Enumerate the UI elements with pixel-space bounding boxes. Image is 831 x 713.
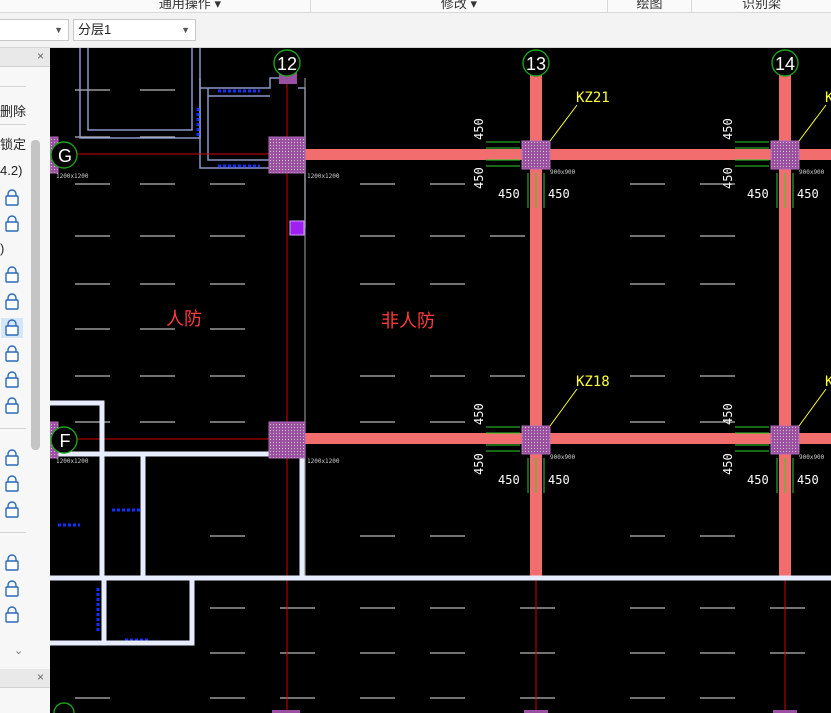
zone-label-civil-defense: 人防 [166,309,202,329]
ribbon-group-label: 通用操作 [158,0,211,11]
close-icon[interactable]: × [37,669,44,686]
dim-label: 450 [472,453,486,475]
size-note: 1200x1200 [307,173,340,180]
scroll-down-icon[interactable]: ⌄ [14,644,23,657]
axis-label-g: G [58,146,72,166]
zone-labels: 人防 非人防 [166,309,435,331]
dim-label: 450 [747,473,769,487]
list-item-paren[interactable]: ) [0,241,4,256]
lock-icon[interactable] [1,605,23,625]
divider [0,428,26,429]
size-note: 1200x1200 [56,173,89,180]
column-label-kz21: KZ21 [576,90,610,106]
chevron-down-icon: ▼ [54,25,63,35]
layer-select[interactable]: 分层1 ▼ [73,19,196,41]
dim-label: 450 [472,118,486,140]
dim-label: 450 [472,167,486,189]
drawing-canvas[interactable]: 450 450 450 450 450 450 450 450 450 450 … [50,48,831,713]
dim-label: 450 [721,118,735,140]
columns [50,68,800,713]
dim-label: 450 [548,473,570,487]
ribbon-group-recognize-beam[interactable]: 识别梁 [692,0,831,12]
lock-button[interactable]: 锁定 [0,134,26,153]
lock-icon[interactable] [1,265,23,285]
size-note: 1200x1200 [307,458,340,465]
close-icon[interactable]: × [37,48,44,65]
dim-label: 450 [721,453,735,475]
divider [0,86,26,87]
lock-icon[interactable] [1,344,23,364]
size-note: 900x900 [550,169,576,176]
lock-icon[interactable] [1,188,23,208]
lock-icon[interactable] [1,500,23,520]
floor-toolbar: ▼ 分层1 ▼ [0,13,831,48]
size-note: 900x900 [799,454,825,461]
column-label-cut: K [825,374,831,390]
lock-icon[interactable] [1,553,23,573]
lock-icon[interactable] [1,318,23,338]
panel-header-2: × [0,669,50,688]
lock-icon[interactable] [1,214,23,234]
dim-label: 450 [797,473,819,487]
lock-icon[interactable] [1,474,23,494]
dim-label: 450 [721,403,735,425]
dim-label: 450 [498,187,520,201]
axis-label-14: 14 [775,54,795,74]
chevron-down-icon: ▼ [181,25,190,35]
ribbon-group-draw[interactable]: 绘图 [608,0,692,12]
column-label-kz18: KZ18 [576,374,610,390]
slab-hatch [75,89,805,699]
column-label-cut: K [825,90,831,106]
delete-button[interactable]: 删除 [0,101,26,120]
layer-select-value: 分层1 [78,22,112,37]
dim-label: 450 [797,187,819,201]
size-note: 900x900 [550,454,576,461]
axis-label-f: F [60,431,71,451]
ribbon-group-label: 修改 [440,0,467,11]
axis-labels: 12 13 14 G F [58,54,795,451]
ribbon-bar: 通用操作 ▾ 修改 ▾ 绘图 识别梁 [0,0,831,13]
lock-icon[interactable] [1,370,23,390]
panel-header: × [0,48,50,67]
cad-drawing: 450 450 450 450 450 450 450 450 450 450 … [50,48,831,713]
panel-scrollbar[interactable] [31,140,40,450]
ribbon-group-modify[interactable]: 修改 ▾ [311,0,608,12]
dim-label: 450 [747,187,769,201]
dim-label: 450 [472,403,486,425]
size-note: 900x900 [799,169,825,176]
component-list-panel: × 删除 锁定 4.2) ) ⌄ × [0,48,51,713]
axis-lines [50,78,831,713]
column-labels: KZ21 KZ18 K K [576,90,831,390]
divider [0,124,26,125]
lock-icon[interactable] [1,579,23,599]
ribbon-group-label: 识别梁 [741,0,781,11]
size-note: 1200x1200 [56,458,89,465]
dim-label: 450 [721,167,735,189]
dim-label: 450 [498,473,520,487]
lock-icon[interactable] [1,396,23,416]
ribbon-group-label: 绘图 [636,0,663,11]
divider [0,532,26,533]
axis-label-12: 12 [277,54,297,74]
zone-label-non-civil-defense: 非人防 [381,311,435,331]
lock-icon[interactable] [1,448,23,468]
dim-label: 450 [548,187,570,201]
lock-icon[interactable] [1,292,23,312]
axis-label-13: 13 [526,54,546,74]
list-item-version[interactable]: 4.2) [0,163,22,178]
ribbon-group-common[interactable]: 通用操作 ▾ [70,0,311,12]
floor-select[interactable]: ▼ [0,19,69,41]
